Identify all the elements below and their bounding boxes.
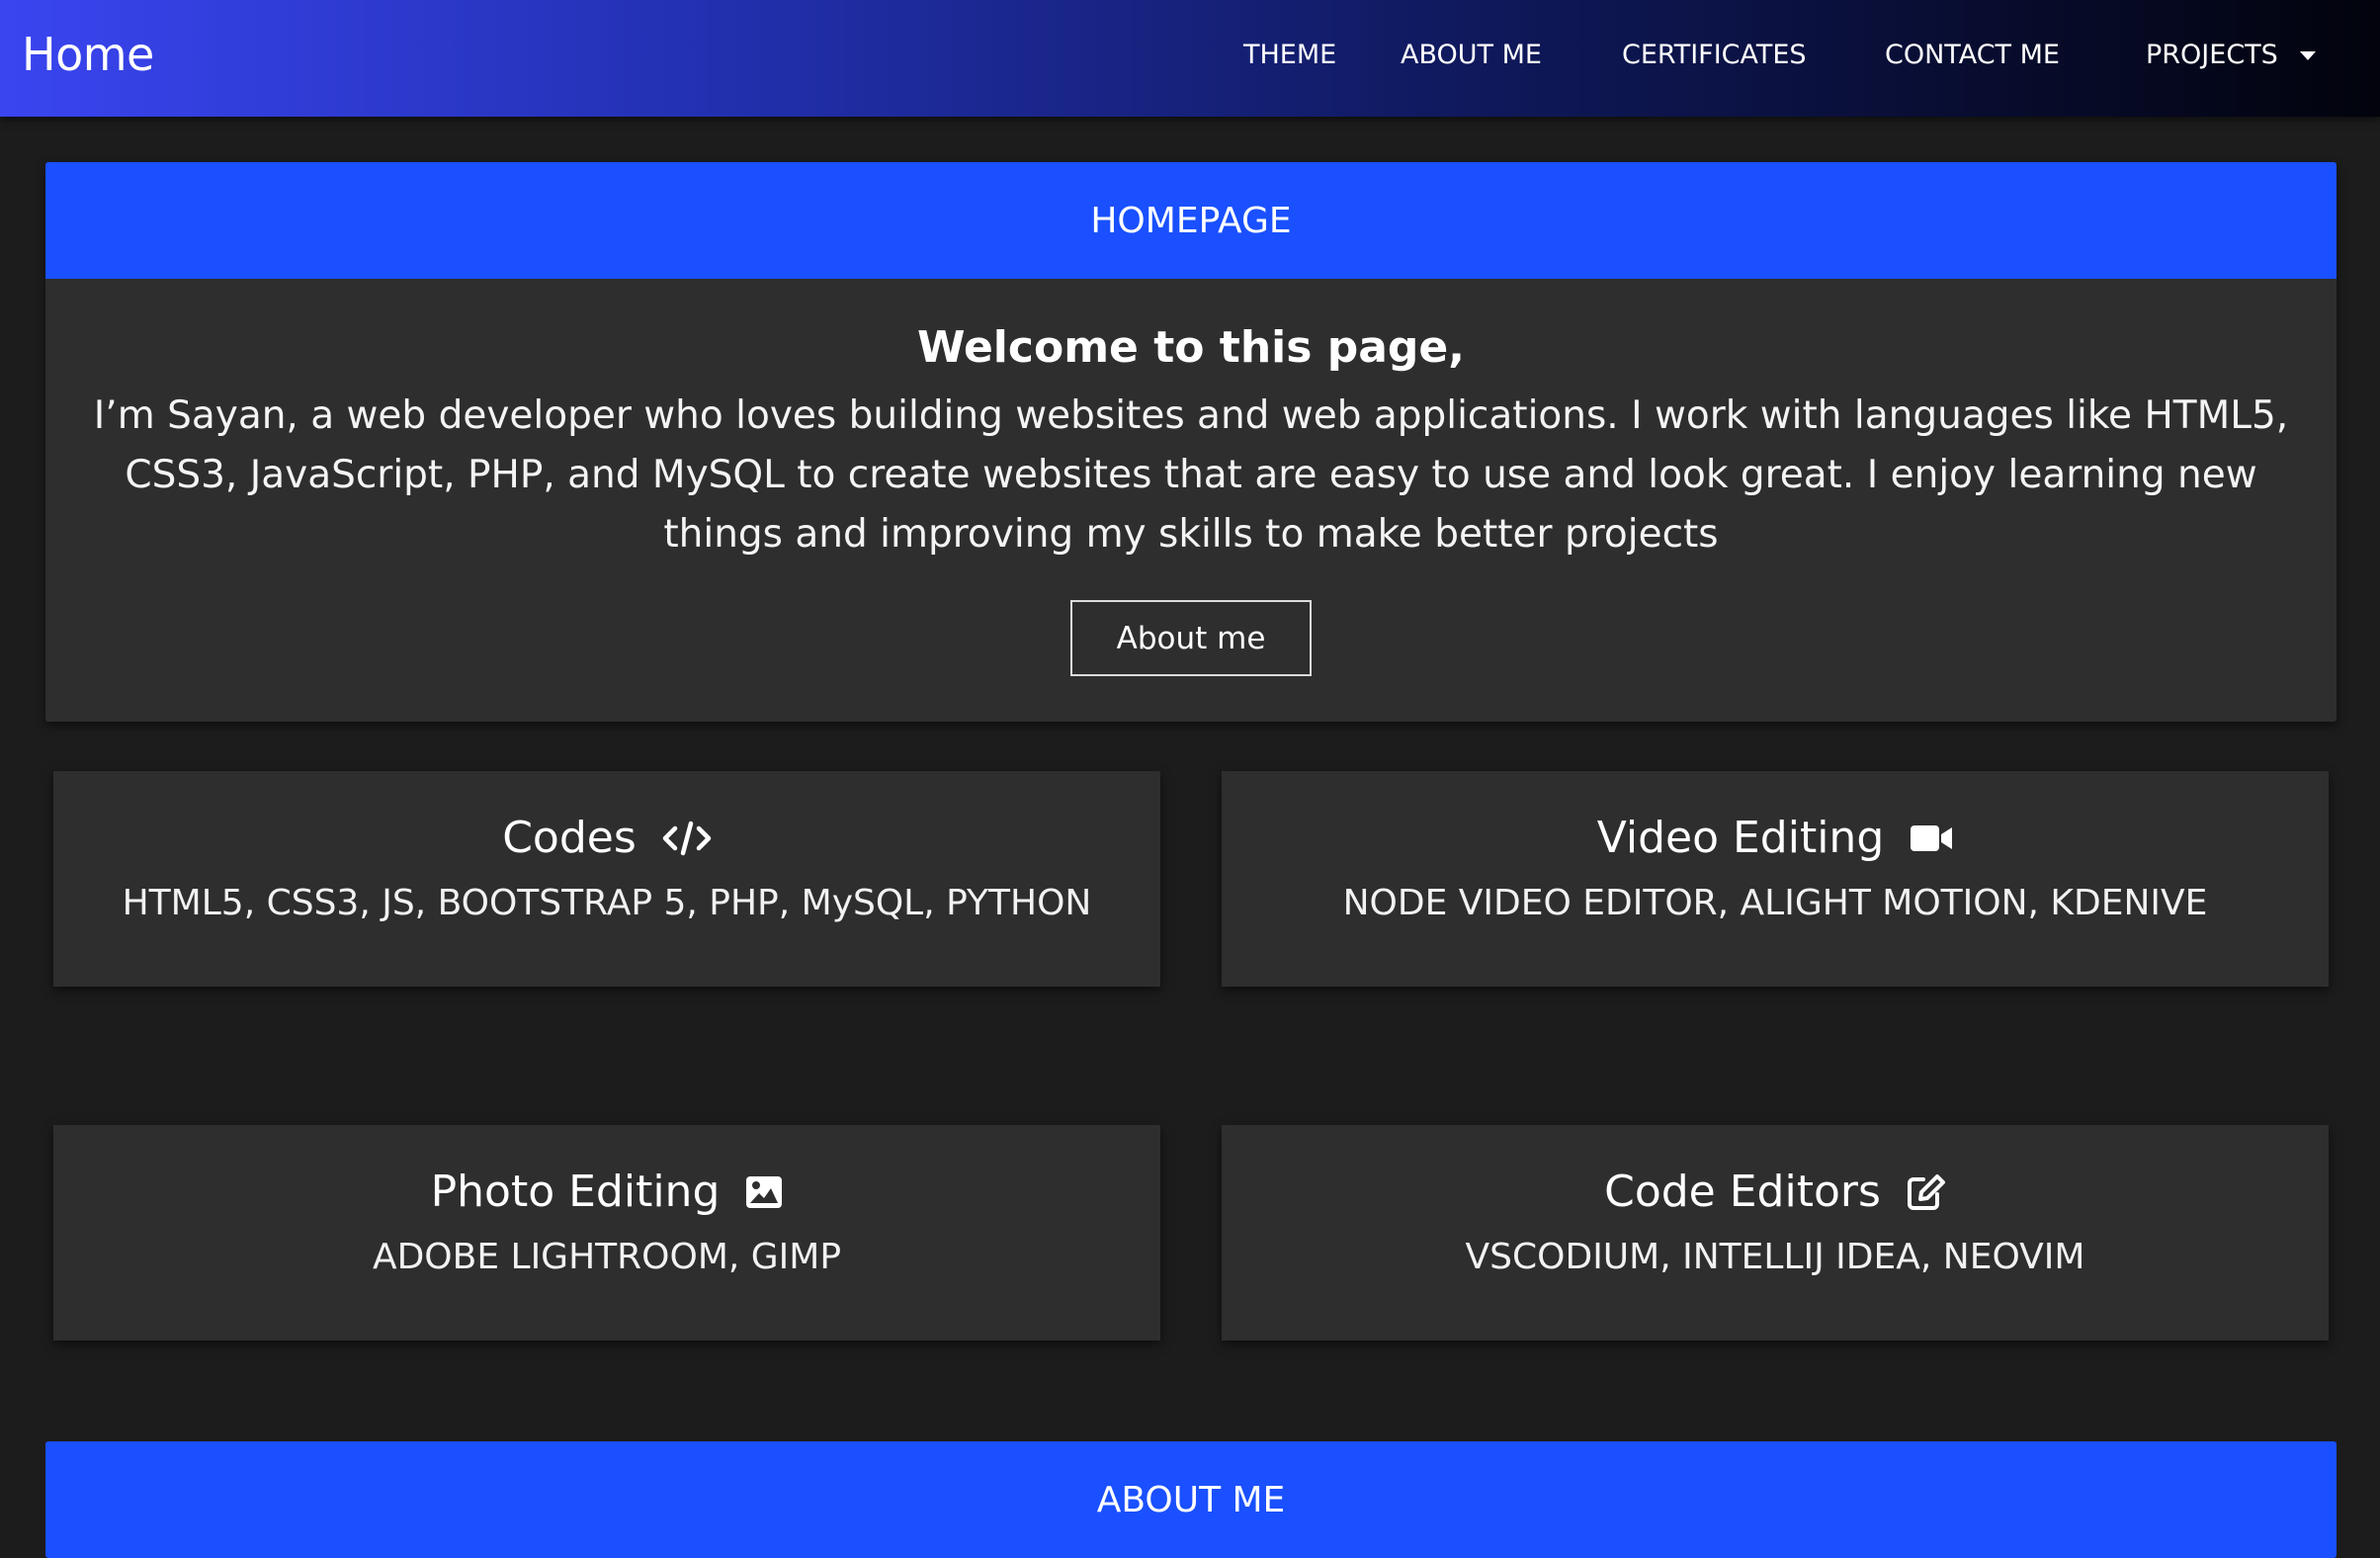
edit-icon — [1907, 1173, 1946, 1211]
nav-theme[interactable]: THEME — [1243, 40, 1336, 70]
welcome-title: Welcome to this page, — [917, 322, 1465, 373]
card-title: Photo Editing — [430, 1167, 721, 1217]
nav-certificates[interactable]: CERTIFICATES — [1622, 40, 1807, 70]
nav-about-me[interactable]: ABOUT ME — [1401, 40, 1542, 70]
card-title: Video Editing — [1596, 813, 1885, 863]
video-camera-icon — [1910, 823, 1953, 853]
about-me-header: ABOUT ME — [45, 1441, 2337, 1558]
card-title-row: Code Editors — [1222, 1167, 2329, 1217]
card-title-row: Video Editing — [1222, 813, 2329, 863]
card-text: VSCODIUM, INTELLIJ IDEA, NEOVIM — [1465, 1237, 2085, 1277]
homepage-header: HOMEPAGE — [45, 162, 2337, 279]
card-text: NODE VIDEO EDITOR, ALIGHT MOTION, KDENIV… — [1342, 883, 2208, 923]
intro-text: I’m Sayan, a web developer who loves bui… — [93, 393, 2289, 557]
skill-card-photo-editing: Photo Editing ADOBE LIGHTROOM, GIMP — [53, 1125, 1160, 1341]
nav-contact-me[interactable]: CONTACT ME — [1885, 40, 2060, 70]
card-text: HTML5, CSS3, JS, BOOTSTRAP 5, PHP, MySQL… — [122, 883, 1092, 923]
card-text: ADOBE LIGHTROOM, GIMP — [372, 1237, 842, 1277]
brand-home-link[interactable]: Home — [22, 28, 154, 81]
card-title: Code Editors — [1604, 1167, 1881, 1217]
nav-projects-label: PROJECTS — [2146, 40, 2278, 70]
caret-down-icon — [2299, 51, 2316, 60]
code-icon — [662, 821, 712, 856]
about-me-button[interactable]: About me — [1070, 600, 1312, 676]
image-icon — [745, 1175, 783, 1209]
nav-projects-dropdown[interactable]: PROJECTS — [2146, 40, 2316, 70]
homepage-section: HOMEPAGE Welcome to this page, I’m Sayan… — [45, 162, 2337, 722]
skill-card-code-editors: Code Editors VSCODIUM, INTELLIJ IDEA, NE… — [1222, 1125, 2329, 1341]
skill-card-codes: Codes HTML5, CSS3, JS, BOOTSTRAP 5, PHP,… — [53, 771, 1160, 987]
card-title: Codes — [502, 813, 637, 863]
skill-card-video-editing: Video Editing NODE VIDEO EDITOR, ALIGHT … — [1222, 771, 2329, 987]
navbar: Home THEME ABOUT ME CERTIFICATES CONTACT… — [0, 0, 2380, 117]
card-title-row: Photo Editing — [53, 1167, 1160, 1217]
card-title-row: Codes — [53, 813, 1160, 863]
